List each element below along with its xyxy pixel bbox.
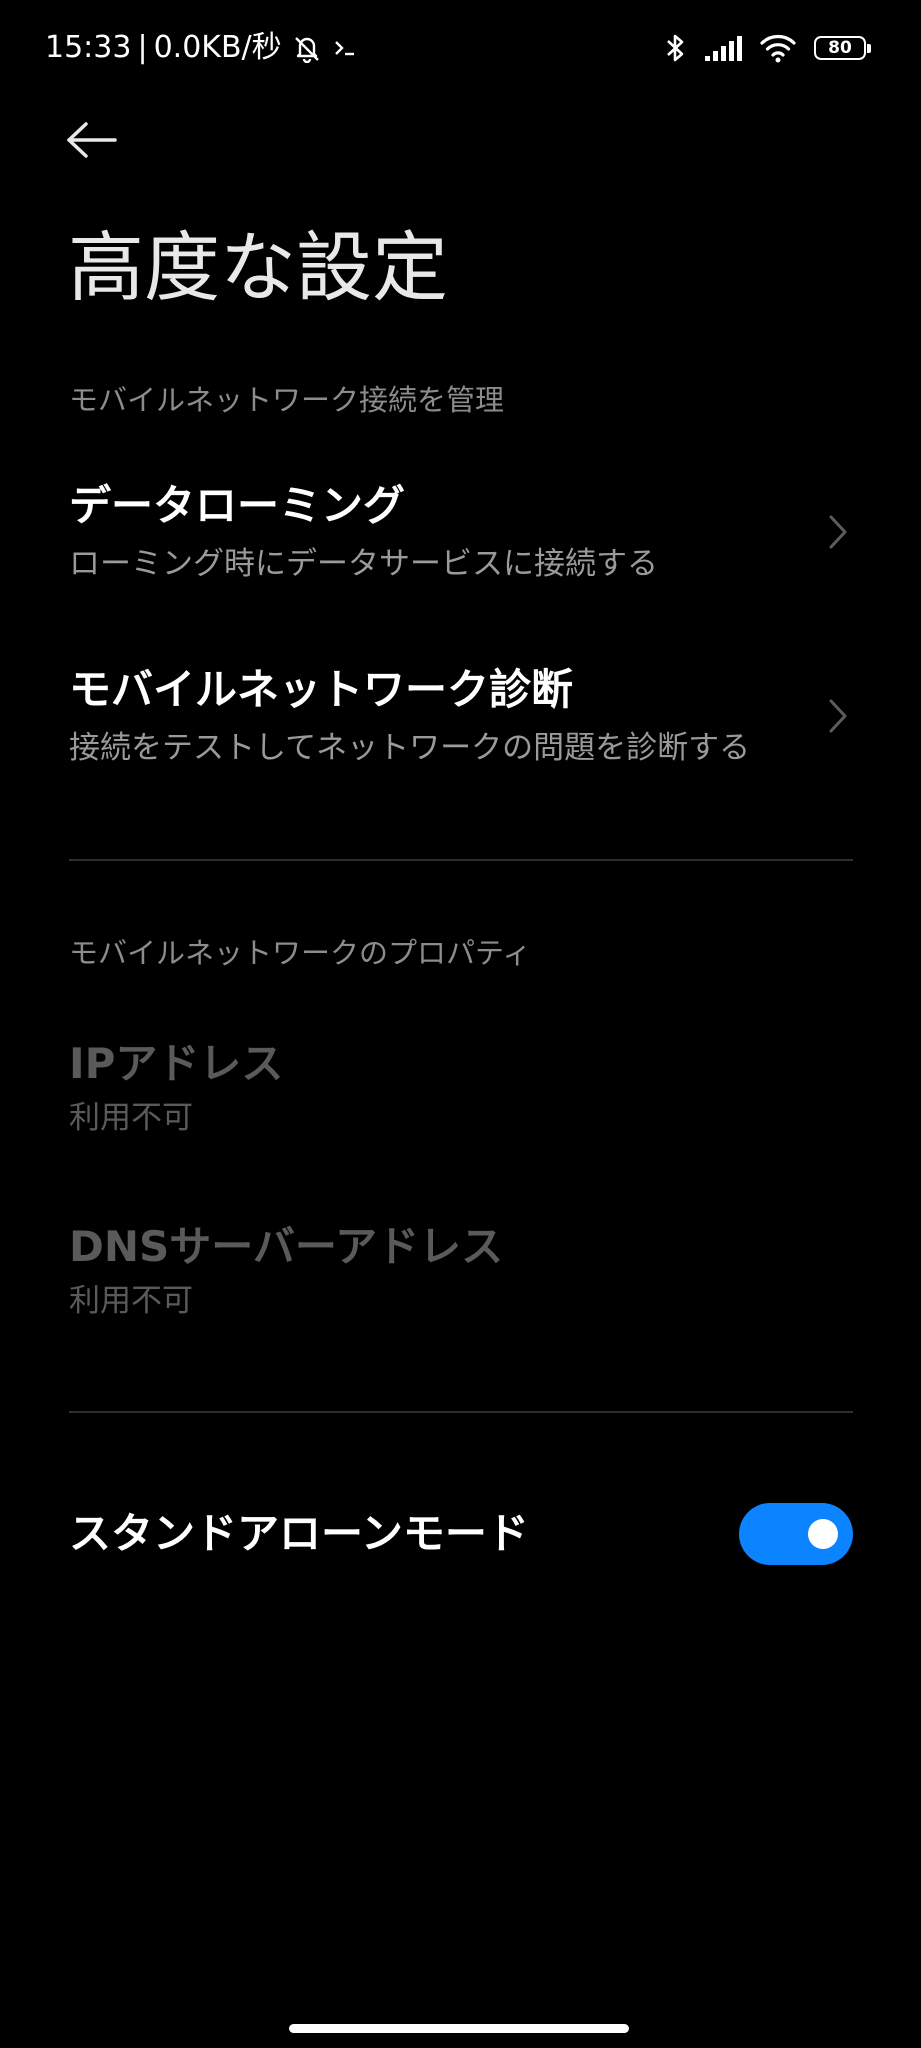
bell-muted-icon [292, 33, 322, 63]
home-indicator[interactable] [289, 2024, 629, 2033]
battery-level: 80 [828, 38, 852, 58]
data-roaming-row[interactable]: データローミング ローミング時にデータサービスに接続する [0, 468, 921, 600]
section-divider [69, 859, 853, 861]
status-separator: | [137, 30, 148, 65]
ip-address-row: IPアドレス 利用不可 [0, 1030, 921, 1150]
back-arrow-icon [67, 122, 117, 158]
section-divider [69, 1411, 853, 1413]
terminal-icon [332, 35, 358, 61]
status-right: 80 [646, 28, 871, 68]
row-title: モバイルネットワーク診断 [69, 665, 574, 714]
page-title: 高度な設定 [68, 223, 448, 312]
chevron-right-icon [823, 512, 853, 552]
signal-icon [704, 34, 744, 62]
status-bar: 15:33 | 0.0KB/秒 80 [0, 0, 921, 96]
status-left: 15:33 | 0.0KB/秒 [45, 28, 358, 68]
wifi-icon [760, 33, 796, 63]
status-time: 15:33 [45, 30, 132, 65]
row-title: IPアドレス [69, 1039, 284, 1088]
standalone-mode-toggle[interactable] [739, 1503, 853, 1565]
dns-server-address-row: DNSサーバーアドレス 利用不可 [0, 1213, 921, 1333]
section-header-properties: モバイルネットワークのプロパティ [69, 936, 532, 970]
bluetooth-icon [662, 32, 688, 64]
battery-icon: 80 [814, 36, 871, 60]
section-header-manage: モバイルネットワーク接続を管理 [69, 383, 505, 417]
chevron-right-icon [823, 696, 853, 736]
status-net-speed: 0.0KB/秒 [153, 30, 282, 65]
row-subtitle: 接続をテストしてネットワークの問題を診断する [69, 730, 751, 766]
mobile-network-diagnosis-row[interactable]: モバイルネットワーク診断 接続をテストしてネットワークの問題を診断する [0, 652, 921, 784]
standalone-mode-row[interactable]: スタンドアローンモード [0, 1494, 921, 1574]
back-button[interactable] [62, 116, 122, 164]
toggle-knob [808, 1519, 838, 1549]
row-subtitle: ローミング時にデータサービスに接続する [69, 546, 658, 582]
row-title: DNSサーバーアドレス [69, 1222, 504, 1271]
row-subtitle: 利用不可 [69, 1100, 193, 1136]
row-subtitle: 利用不可 [69, 1283, 193, 1319]
standalone-mode-label: スタンドアローンモード [69, 1509, 529, 1558]
row-title: データローミング [69, 481, 406, 530]
